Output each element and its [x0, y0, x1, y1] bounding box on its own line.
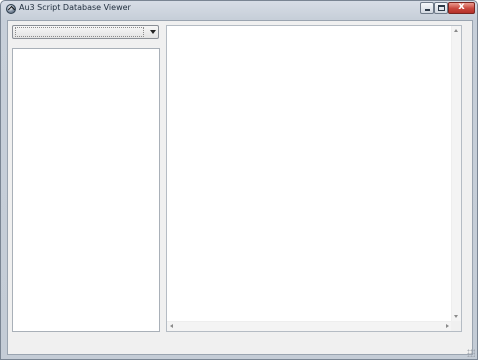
window-title: Au3 Script Database Viewer: [19, 3, 131, 12]
autoit-icon[interactable]: [6, 4, 16, 14]
chevron-down-icon[interactable]: [150, 30, 156, 34]
database-combo[interactable]: [12, 25, 159, 39]
vertical-scrollbar[interactable]: [451, 26, 461, 321]
script-viewer[interactable]: [166, 25, 462, 332]
maximize-icon: [438, 5, 445, 11]
title-bar[interactable]: Au3 Script Database Viewer x: [1, 1, 479, 19]
resize-grip-icon[interactable]: [467, 349, 475, 357]
app-window: Au3 Script Database Viewer x: [0, 0, 478, 360]
horizontal-scrollbar[interactable]: [167, 321, 452, 331]
close-icon: x: [458, 1, 465, 12]
maximize-button[interactable]: [434, 2, 448, 14]
scroll-down-icon[interactable]: [454, 315, 458, 318]
scroll-right-icon[interactable]: [446, 324, 449, 328]
scroll-left-icon[interactable]: [170, 324, 173, 328]
scroll-up-icon[interactable]: [454, 29, 458, 32]
minimize-icon: [425, 9, 430, 11]
combo-selected-value: [15, 27, 144, 37]
close-button[interactable]: x: [448, 1, 475, 14]
script-list[interactable]: [12, 48, 160, 332]
scrollbar-corner: [451, 321, 461, 331]
minimize-button[interactable]: [420, 2, 434, 14]
client-area: [7, 20, 473, 355]
